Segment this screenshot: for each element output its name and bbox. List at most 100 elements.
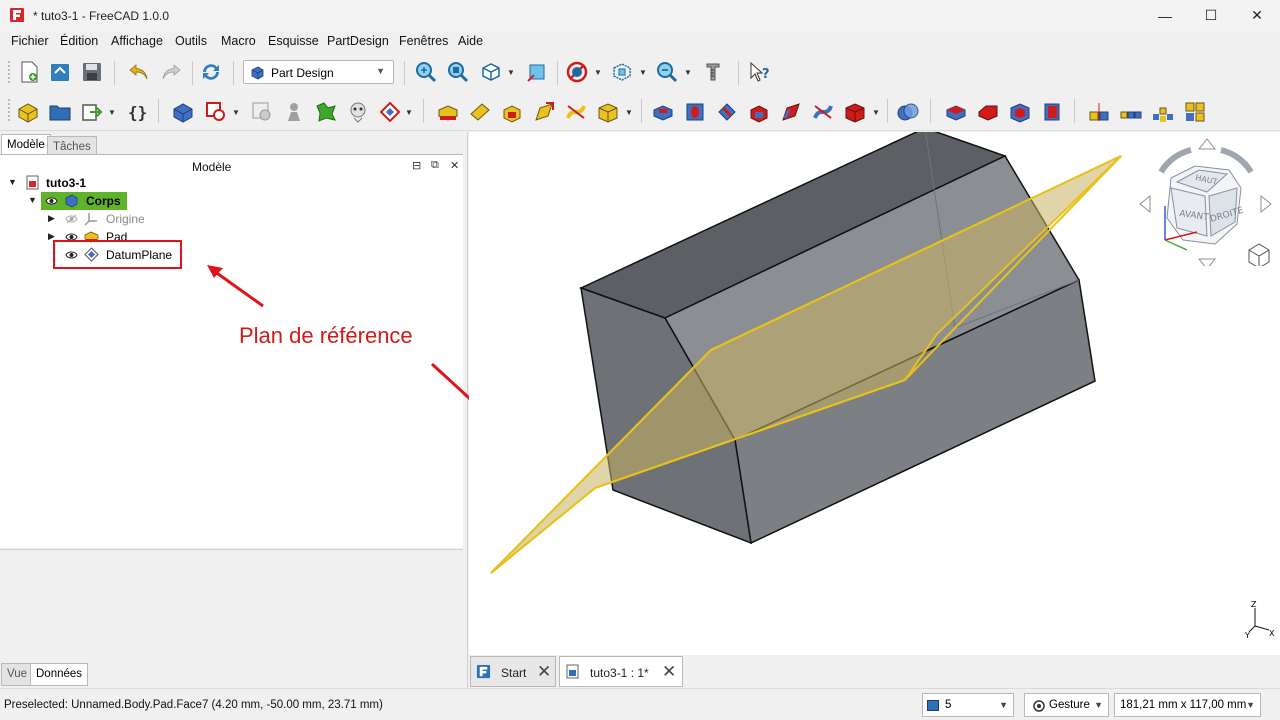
toolbar-handle[interactable] xyxy=(8,99,12,121)
pad-icon[interactable] xyxy=(436,100,460,124)
nav-down-arrow-icon[interactable] xyxy=(1197,258,1217,266)
close-window-button[interactable]: ✕ xyxy=(1234,0,1280,31)
attachment-icon[interactable] xyxy=(204,100,228,124)
nav-left-arrow-icon[interactable] xyxy=(1139,194,1151,214)
tab-donnees[interactable]: Données xyxy=(30,663,89,686)
redo-icon[interactable] xyxy=(159,60,183,84)
float-panel-icon[interactable]: ⧉ xyxy=(431,159,439,172)
expand-arrow-icon[interactable]: ▼ xyxy=(28,195,37,205)
local-coordinate-icon[interactable] xyxy=(346,100,370,124)
chevron-down-icon[interactable]: ▼ xyxy=(872,100,880,124)
multi-transform-icon[interactable] xyxy=(1183,100,1207,124)
menu-outils[interactable]: Outils xyxy=(175,34,207,48)
minimize-button[interactable]: — xyxy=(1142,0,1188,31)
save-document-icon[interactable] xyxy=(80,60,104,84)
chevron-down-icon[interactable]: ▼ xyxy=(232,100,240,124)
rotate-right-icon[interactable] xyxy=(1220,147,1254,174)
menu-fenetres[interactable]: Fenêtres xyxy=(399,34,448,48)
undo-icon[interactable] xyxy=(127,60,151,84)
polar-pattern-icon[interactable] xyxy=(1151,100,1175,124)
standard-views-icon[interactable] xyxy=(479,60,503,84)
pocket-icon[interactable] xyxy=(651,100,675,124)
menu-macro[interactable]: Macro xyxy=(221,34,256,48)
fit-all-icon[interactable] xyxy=(414,60,438,84)
sketch-icon[interactable] xyxy=(171,100,195,124)
subtractive-loft-icon[interactable] xyxy=(747,100,771,124)
mirrored-icon[interactable] xyxy=(1087,100,1111,124)
boolean-icon[interactable] xyxy=(896,100,920,124)
chevron-down-icon[interactable]: ▼ xyxy=(405,100,413,124)
menu-edition[interactable]: Édition xyxy=(60,34,98,48)
hole-icon[interactable] xyxy=(683,100,707,124)
expand-arrow-icon[interactable]: ▼ xyxy=(8,177,17,187)
workbench-selector[interactable]: Part Design ▼ xyxy=(243,60,394,84)
level-selector[interactable]: 5 ▼ xyxy=(922,693,1014,717)
datum-plane-icon[interactable] xyxy=(378,100,402,124)
bounding-box-icon[interactable] xyxy=(610,60,634,84)
menu-aide[interactable]: Aide xyxy=(458,34,483,48)
collapse-panel-icon[interactable]: ⊟ xyxy=(412,159,421,172)
tab-modele[interactable]: Modèle xyxy=(1,134,51,156)
thickness-icon[interactable] xyxy=(1040,100,1064,124)
measure-view-icon[interactable] xyxy=(525,60,549,84)
datum-line-icon[interactable] xyxy=(314,100,338,124)
helix-icon[interactable] xyxy=(564,100,588,124)
chevron-down-icon[interactable]: ▼ xyxy=(108,100,116,124)
validate-sketch-icon[interactable] xyxy=(250,100,274,124)
rotate-left-icon[interactable] xyxy=(1158,147,1192,174)
nav-right-arrow-icon[interactable] xyxy=(1260,194,1272,214)
point-icon[interactable] xyxy=(282,100,306,124)
close-tab-icon[interactable]: ✕ xyxy=(662,662,676,682)
menu-partdesign[interactable]: PartDesign xyxy=(327,34,389,48)
zoom-icon[interactable] xyxy=(655,60,679,84)
create-body-icon[interactable] xyxy=(16,100,40,124)
clone-icon[interactable]: {} xyxy=(126,100,150,124)
shape-binder-icon[interactable] xyxy=(80,100,104,124)
doc-tab-start[interactable]: Start ✕ xyxy=(470,656,556,687)
expand-arrow-icon[interactable]: ▶ xyxy=(48,213,55,224)
tree-item-origin[interactable]: ▶ Origine xyxy=(0,210,463,228)
hidden-eye-icon[interactable] xyxy=(65,214,78,224)
visibility-eye-icon[interactable] xyxy=(45,196,58,206)
chamfer-icon[interactable] xyxy=(976,100,1000,124)
subtractive-pipe-icon[interactable] xyxy=(779,100,803,124)
tree-item-body[interactable]: ▼ Corps xyxy=(0,192,463,210)
fit-selection-icon[interactable] xyxy=(446,60,470,84)
pipe-icon[interactable] xyxy=(532,100,556,124)
close-panel-icon[interactable]: ✕ xyxy=(450,159,459,172)
loft-icon[interactable] xyxy=(500,100,524,124)
subtractive-helix-icon[interactable] xyxy=(811,100,835,124)
chevron-down-icon[interactable]: ▼ xyxy=(639,60,647,84)
chevron-down-icon[interactable]: ▼ xyxy=(684,60,692,84)
navigation-cube[interactable]: HAUT AVANT DROITE xyxy=(1137,136,1279,266)
menu-fichier[interactable]: Fichier xyxy=(11,34,49,48)
draft-icon[interactable] xyxy=(1008,100,1032,124)
maximize-button[interactable]: ☐ xyxy=(1188,0,1234,31)
create-part-icon[interactable] xyxy=(48,100,72,124)
measure-tool-icon[interactable] xyxy=(701,60,725,84)
draw-style-icon[interactable] xyxy=(565,60,589,84)
subtractive-primitive-icon[interactable] xyxy=(843,100,867,124)
toolbar-handle[interactable] xyxy=(8,61,12,83)
3d-viewport[interactable]: HAUT AVANT DROITE Z Y X xyxy=(469,132,1280,655)
additive-primitive-icon[interactable] xyxy=(596,100,620,124)
navigation-style-selector[interactable]: Gesture ▼ xyxy=(1024,693,1109,717)
tree-item-document[interactable]: ▼ tuto3-1 xyxy=(0,174,463,192)
linear-pattern-icon[interactable] xyxy=(1119,100,1143,124)
groove-icon[interactable] xyxy=(715,100,739,124)
doc-tab-tuto3-1[interactable]: tuto3-1 : 1* ✕ xyxy=(559,656,683,687)
chevron-down-icon[interactable]: ▼ xyxy=(507,60,515,84)
fillet-icon[interactable] xyxy=(944,100,968,124)
new-document-icon[interactable] xyxy=(17,60,41,84)
tab-vue[interactable]: Vue xyxy=(1,663,34,686)
menu-esquisse[interactable]: Esquisse xyxy=(268,34,319,48)
whats-this-icon[interactable]: ? xyxy=(748,60,772,84)
open-document-icon[interactable] xyxy=(48,60,72,84)
close-tab-icon[interactable]: ✕ xyxy=(537,662,551,682)
nav-up-arrow-icon[interactable] xyxy=(1197,138,1217,150)
dimension-selector[interactable]: 181,21 mm x 117,00 mm ▼ xyxy=(1114,693,1261,717)
refresh-icon[interactable] xyxy=(199,60,223,84)
chevron-down-icon[interactable]: ▼ xyxy=(594,60,602,84)
chevron-down-icon[interactable]: ▼ xyxy=(625,100,633,124)
revolution-icon[interactable] xyxy=(468,100,492,124)
